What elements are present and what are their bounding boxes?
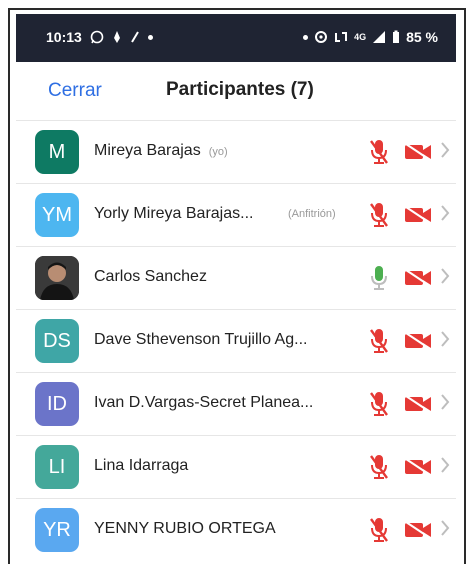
video-off-icon[interactable] — [404, 143, 432, 166]
participant-tag: (yo) — [208, 146, 228, 158]
video-off-icon[interactable] — [404, 521, 432, 544]
avatar: YM — [35, 193, 79, 237]
status-time: 10:13 — [46, 29, 82, 45]
participant-name: Dave Sthevenson Trujillo Ag... — [94, 331, 307, 349]
avatar: YR — [35, 508, 79, 552]
participant-name-text: Carlos Sanchez — [94, 268, 207, 285]
participant-row[interactable]: LI Lina Idarraga — [16, 435, 456, 498]
mic-muted-icon[interactable] — [368, 327, 390, 360]
app-notification-icon — [130, 30, 140, 44]
participant-name-text: YENNY RUBIO ORTEGA — [94, 520, 276, 537]
location-icon — [314, 30, 328, 44]
participant-row[interactable]: YR YENNY RUBIO ORTEGA — [16, 498, 456, 561]
chevron-right-icon[interactable] — [440, 204, 450, 227]
avatar-initials: LI — [48, 455, 66, 478]
battery-icon — [392, 30, 400, 44]
video-off-icon[interactable] — [404, 395, 432, 418]
avatar: LI — [35, 445, 79, 489]
status-bar-right: 4G 85 % — [303, 29, 438, 45]
avatar-initials: YM — [42, 203, 72, 226]
mic-muted-icon[interactable] — [368, 201, 390, 234]
page-title: Participantes (7) — [166, 79, 314, 100]
wifi-call-icon — [334, 30, 348, 44]
avatar: ID — [35, 382, 79, 426]
video-off-icon[interactable] — [404, 458, 432, 481]
chevron-right-icon[interactable] — [440, 393, 450, 416]
participant-name: Ivan D.Vargas-Secret Planea... — [94, 394, 313, 412]
mic-on-icon[interactable] — [368, 264, 390, 297]
avatar-initials: M — [48, 140, 66, 163]
status-bar-left: 10:13 — [46, 29, 153, 45]
avatar: M — [35, 130, 79, 174]
participant-name: YENNY RUBIO ORTEGA — [94, 520, 276, 538]
participant-row[interactable]: Carlos Sanchez — [16, 246, 456, 309]
mic-muted-icon[interactable] — [368, 138, 390, 171]
mic-muted-icon[interactable] — [368, 516, 390, 549]
chevron-right-icon[interactable] — [440, 267, 450, 290]
participant-name-text: Dave Sthevenson Trujillo Ag... — [94, 331, 308, 348]
participant-row[interactable]: ID Ivan D.Vargas-Secret Planea... — [16, 372, 456, 435]
more-notifications-dot — [147, 34, 153, 40]
signal-icon — [372, 30, 386, 44]
status-bar: 10:13 4G 85 % — [16, 14, 456, 62]
battery-level: 85 % — [406, 29, 438, 45]
video-off-icon[interactable] — [404, 269, 432, 292]
status-dot-icon — [303, 34, 309, 40]
participant-name-text: Mireya Barajas — [94, 142, 201, 159]
whatsapp-icon — [90, 30, 104, 44]
notification-icon — [112, 30, 122, 44]
chevron-right-icon[interactable] — [440, 456, 450, 479]
participant-row[interactable]: DS Dave Sthevenson Trujillo Ag... — [16, 309, 456, 372]
participant-name: Yorly Mireya Barajas... — [94, 205, 253, 223]
participant-name-text: Yorly Mireya Barajas... — [94, 205, 254, 222]
participant-name: Mireya Barajas (yo) — [94, 142, 228, 160]
mic-muted-icon[interactable] — [368, 453, 390, 486]
video-off-icon[interactable] — [404, 332, 432, 355]
person-photo-icon — [35, 256, 79, 300]
avatar: DS — [35, 319, 79, 363]
network-label: 4G — [354, 32, 367, 42]
participant-row[interactable]: M Mireya Barajas (yo) — [16, 120, 456, 183]
participant-row[interactable]: YM Yorly Mireya Barajas... (Anfitrión) — [16, 183, 456, 246]
avatar-photo — [35, 256, 79, 300]
chevron-right-icon[interactable] — [440, 519, 450, 542]
participant-name-text: Ivan D.Vargas-Secret Planea... — [94, 394, 314, 411]
chevron-right-icon[interactable] — [440, 330, 450, 353]
video-off-icon[interactable] — [404, 206, 432, 229]
avatar-initials: YR — [43, 518, 71, 541]
participant-tag: (Anfitrión) — [288, 208, 336, 220]
participant-name: Carlos Sanchez — [94, 268, 207, 286]
avatar-initials: ID — [47, 392, 67, 415]
participant-name-text: Lina Idarraga — [94, 457, 189, 474]
participant-name: Lina Idarraga — [94, 457, 188, 475]
participants-list: M Mireya Barajas (yo) YM Yorly Mireya Bar… — [16, 120, 456, 561]
avatar-initials: DS — [43, 329, 71, 352]
mic-muted-icon[interactable] — [368, 390, 390, 423]
close-button[interactable]: Cerrar — [48, 80, 102, 102]
participants-header: Cerrar Participantes (7) — [16, 62, 456, 120]
chevron-right-icon[interactable] — [440, 141, 450, 164]
